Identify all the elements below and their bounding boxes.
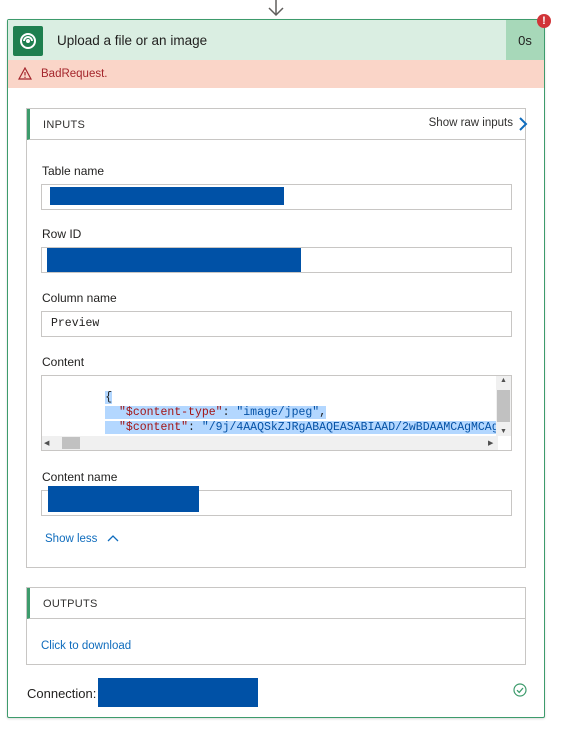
redacted-value	[48, 486, 199, 512]
dataverse-icon	[13, 26, 43, 56]
arrow-down-icon	[268, 0, 284, 17]
horizontal-scrollbar[interactable]: ◀ ▶	[42, 436, 498, 450]
scroll-left-icon[interactable]: ◀	[44, 439, 49, 447]
inputs-header: INPUTS Show raw inputs	[27, 109, 528, 140]
show-raw-inputs-link[interactable]: Show raw inputs	[428, 117, 528, 131]
check-circle-icon	[513, 683, 527, 697]
column-name-value: Preview	[51, 317, 100, 330]
inputs-section: INPUTS Show raw inputs Table name Row ID…	[26, 108, 528, 568]
scroll-down-icon[interactable]: ▼	[500, 428, 507, 435]
outputs-title: OUTPUTS	[43, 598, 98, 610]
vertical-scrollbar[interactable]: ▲ ▼	[496, 376, 511, 436]
code-line-3: "$content": "/9j/4AAQSkZJRgABAQEASABIAAD…	[50, 408, 511, 434]
action-title: Upload a file or an image	[57, 33, 208, 48]
scroll-thumb[interactable]	[62, 437, 80, 449]
column-name-label: Column name	[42, 291, 117, 305]
code-line-2: "$content-type": "image/jpeg",	[50, 393, 327, 419]
connection-redacted-value[interactable]	[98, 678, 258, 707]
show-less-label: Show less	[45, 533, 98, 545]
show-less-link[interactable]: Show less	[45, 533, 119, 545]
content-editor[interactable]: { "$content-type": "image/jpeg", "$conte…	[41, 375, 512, 451]
redacted-value	[50, 187, 284, 205]
error-badge: !	[537, 14, 551, 28]
code-line-1: {	[105, 391, 113, 404]
row-id-label: Row ID	[42, 227, 82, 241]
chevron-up-icon	[107, 535, 119, 542]
chevron-right-icon	[518, 117, 528, 131]
action-header[interactable]: Upload a file or an image 0s	[8, 20, 544, 60]
outputs-section: OUTPUTS Click to download	[26, 587, 526, 665]
content-name-field[interactable]	[41, 486, 512, 516]
row-id-field[interactable]	[41, 247, 512, 273]
connection-label: Connection:	[27, 686, 97, 701]
show-raw-inputs-label: Show raw inputs	[428, 117, 513, 129]
content-name-label: Content name	[42, 470, 118, 484]
error-banner: BadRequest.	[8, 60, 544, 88]
redacted-value	[47, 248, 301, 272]
column-name-field[interactable]: Preview	[41, 311, 512, 337]
outputs-header: OUTPUTS	[27, 588, 525, 619]
action-card: Upload a file or an image 0s BadRequest.…	[7, 19, 545, 718]
scroll-thumb[interactable]	[497, 390, 510, 422]
table-name-label: Table name	[42, 164, 105, 178]
table-name-field[interactable]	[41, 184, 512, 210]
content-label: Content	[42, 355, 85, 369]
error-message: BadRequest.	[41, 68, 108, 80]
inputs-title: INPUTS	[43, 119, 86, 131]
scroll-up-icon[interactable]: ▲	[500, 377, 507, 384]
warning-triangle-icon	[18, 67, 32, 80]
click-to-download-link[interactable]: Click to download	[41, 640, 131, 652]
scroll-right-icon[interactable]: ▶	[488, 439, 493, 447]
